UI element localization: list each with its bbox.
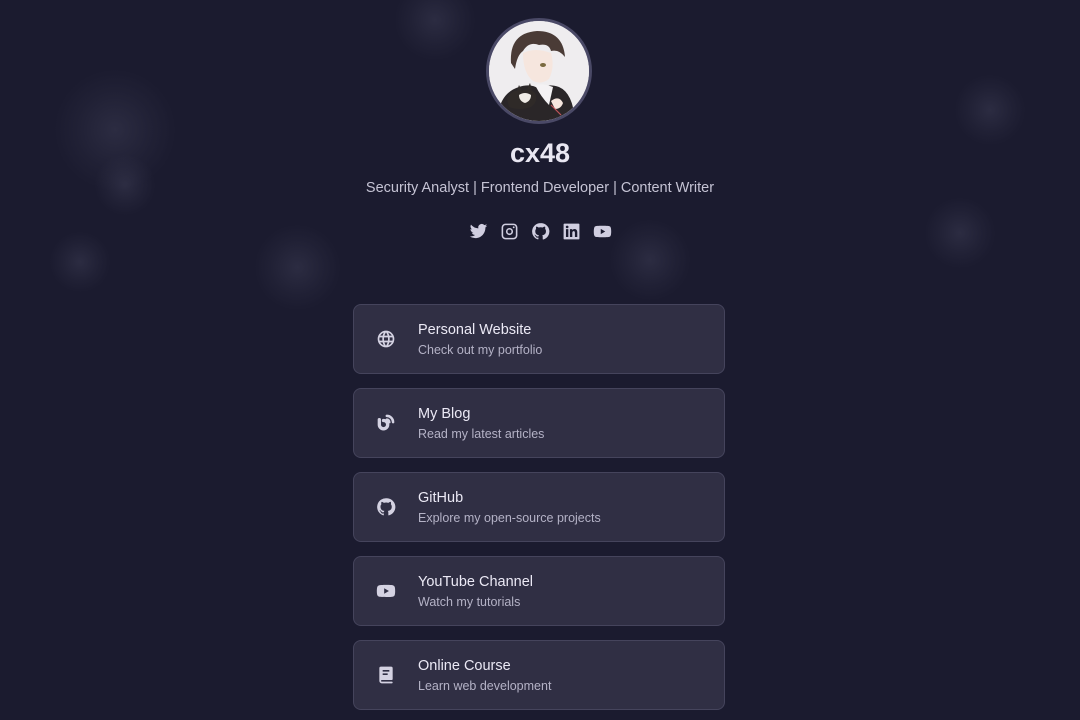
background-blur [55, 70, 175, 190]
link-title: GitHub [418, 489, 464, 506]
twitter-icon[interactable] [469, 222, 488, 241]
avatar-illustration [489, 21, 589, 121]
link-text: Personal Website Check out my portfolio [418, 321, 542, 358]
youtube-icon[interactable] [593, 222, 612, 241]
link-card-youtube-channel[interactable]: YouTube Channel Watch my tutorials [353, 556, 725, 626]
github-icon[interactable] [531, 222, 550, 241]
link-card-my-blog[interactable]: My Blog Read my latest articles [353, 388, 725, 458]
link-text: Online Course Learn web development [418, 657, 551, 694]
link-title: YouTube Channel [418, 573, 534, 590]
link-card-github[interactable]: GitHub Explore my open-source projects [353, 472, 725, 542]
youtube-icon [376, 581, 396, 601]
link-text: GitHub Explore my open-source projects [418, 489, 601, 526]
link-description: Check out my portfolio [418, 342, 543, 357]
instagram-icon[interactable] [500, 222, 519, 241]
profile-name: cx48 [509, 138, 571, 168]
github-icon [376, 497, 396, 517]
avatar [486, 18, 592, 124]
linkedin-icon[interactable] [562, 222, 581, 241]
profile-page: cx48 Security Analyst | Frontend Develop… [0, 0, 1080, 720]
social-links [0, 222, 1080, 241]
link-description: Watch my tutorials [418, 594, 521, 609]
blog-icon [376, 413, 396, 433]
link-description: Explore my open-source projects [418, 510, 601, 525]
link-text: My Blog Read my latest articles [418, 405, 544, 442]
link-list: Personal Website Check out my portfolio … [353, 304, 725, 720]
profile-tagline: Security Analyst | Frontend Developer | … [365, 180, 715, 196]
link-text: YouTube Channel Watch my tutorials [418, 573, 533, 610]
link-card-personal-website[interactable]: Personal Website Check out my portfolio [353, 304, 725, 374]
link-title: My Blog [418, 405, 471, 422]
link-title: Online Course [418, 657, 511, 674]
background-blur [50, 232, 110, 292]
background-blur [395, 0, 475, 60]
link-description: Learn web development [418, 678, 552, 693]
link-card-online-course[interactable]: Online Course Learn web development [353, 640, 725, 710]
background-blur [955, 75, 1025, 145]
book-icon [376, 665, 396, 685]
globe-icon [376, 329, 396, 349]
link-title: Personal Website [418, 321, 532, 338]
link-description: Read my latest articles [418, 426, 545, 441]
